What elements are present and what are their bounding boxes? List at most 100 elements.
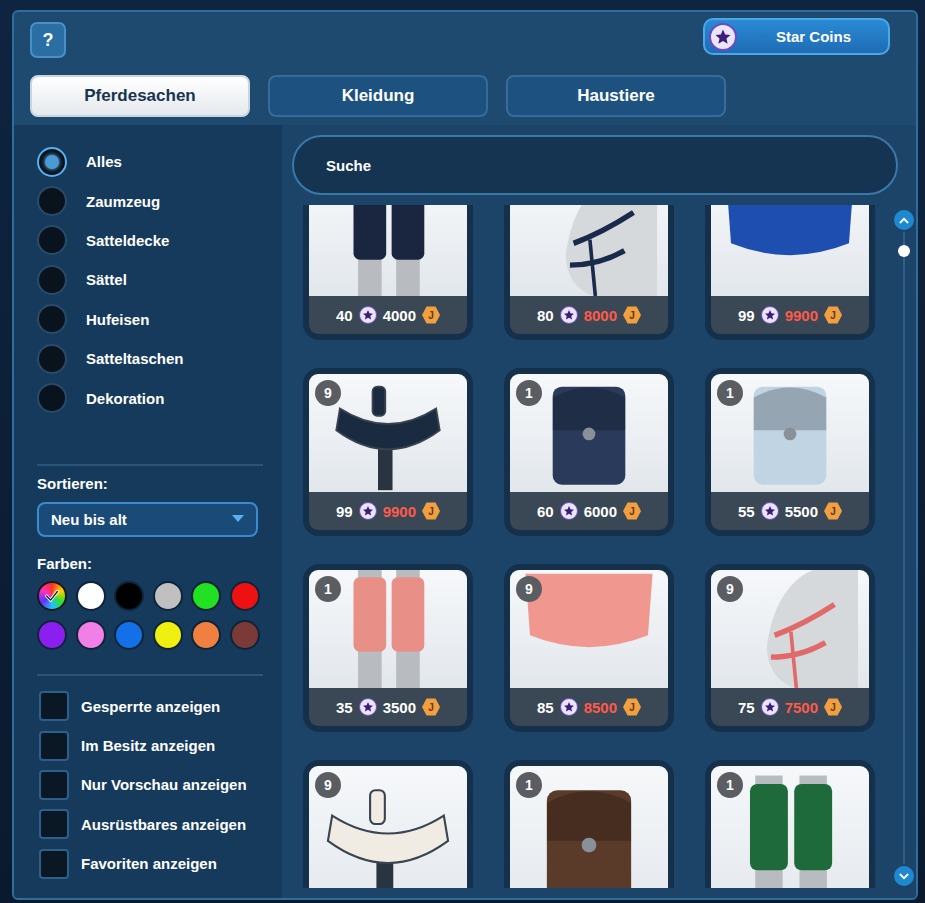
- item-grid: 404000J808000J999900J9999900J1606000J155…: [303, 205, 894, 888]
- scroll-up-button[interactable]: [894, 210, 914, 230]
- category-item[interactable]: Satteldecke: [37, 221, 282, 260]
- jorvik-shilling-icon: J: [824, 502, 842, 520]
- item-picture: 1: [309, 570, 467, 688]
- star-coins-button[interactable]: Star Coins: [703, 18, 890, 55]
- color-swatch[interactable]: [230, 620, 260, 650]
- item-card[interactable]: 1555500J: [705, 368, 875, 536]
- header: ? Star Coins: [14, 12, 916, 75]
- count-badge: 1: [516, 380, 542, 406]
- scrollbar[interactable]: [894, 205, 914, 888]
- sort-label: Sortieren:: [37, 474, 282, 494]
- boots-icon: [309, 205, 467, 296]
- color-swatch[interactable]: [76, 581, 106, 611]
- help-button[interactable]: ?: [30, 22, 66, 58]
- jorvik-shilling-icon: J: [422, 502, 440, 520]
- category-item[interactable]: Dekoration: [37, 378, 282, 417]
- colors-label: Farben:: [37, 554, 282, 574]
- item-card[interactable]: 9: [303, 760, 473, 888]
- color-swatch[interactable]: [153, 581, 183, 611]
- checkbox[interactable]: [39, 691, 69, 721]
- scroll-thumb[interactable]: [898, 245, 910, 257]
- checkbox[interactable]: [39, 809, 69, 839]
- color-swatch[interactable]: [191, 581, 221, 611]
- radio-button[interactable]: [37, 225, 67, 255]
- item-picture: 1: [711, 374, 869, 492]
- checkbox[interactable]: [39, 731, 69, 761]
- halter-icon: [510, 205, 668, 296]
- item-card[interactable]: 9999900J: [303, 368, 473, 536]
- item-card[interactable]: 808000J: [504, 205, 674, 340]
- item-card[interactable]: 1353500J: [303, 564, 473, 732]
- color-swatch[interactable]: [37, 581, 67, 611]
- price-strip: 555500J: [711, 492, 869, 530]
- item-card[interactable]: 1 606000J: [504, 368, 674, 536]
- radio-button[interactable]: [37, 147, 67, 177]
- color-swatch[interactable]: [230, 581, 260, 611]
- item-picture: 9: [510, 570, 668, 688]
- filter-list: Gesperrte anzeigenIm Besitz anzeigenNur …: [37, 687, 282, 883]
- star-coin-icon: [560, 502, 578, 520]
- price-strip: 999900J: [711, 296, 869, 334]
- color-swatch[interactable]: [191, 620, 221, 650]
- jorvik-shilling-icon: J: [623, 698, 641, 716]
- category-item[interactable]: Hufeisen: [37, 300, 282, 339]
- tab[interactable]: Kleidung: [268, 75, 488, 117]
- filter-item[interactable]: Favoriten anzeigen: [37, 844, 282, 883]
- tab[interactable]: Haustiere: [506, 75, 726, 117]
- color-swatch[interactable]: [114, 581, 144, 611]
- shop-body: AllesZaumzeugSatteldeckeSättelHufeisenSa…: [14, 125, 916, 898]
- color-swatch[interactable]: [37, 620, 67, 650]
- filter-item[interactable]: Ausrüstbares anzeigen: [37, 805, 282, 844]
- price-strip: 606000J: [510, 492, 668, 530]
- checkbox[interactable]: [39, 770, 69, 800]
- item-card[interactable]: 9858500J: [504, 564, 674, 732]
- price-strip: 353500J: [309, 688, 467, 726]
- tab-bar: Pferdesachen Kleidung Haustiere: [14, 75, 916, 117]
- color-swatch[interactable]: [76, 620, 106, 650]
- filter-item[interactable]: Im Besitz anzeigen: [37, 726, 282, 765]
- price-strip: 999900J: [309, 492, 467, 530]
- count-badge: 9: [516, 576, 542, 602]
- checkbox[interactable]: [39, 849, 69, 879]
- radio-button[interactable]: [37, 186, 67, 216]
- search-field[interactable]: Suche: [292, 135, 898, 195]
- radio-button[interactable]: [37, 383, 67, 413]
- item-card[interactable]: 404000J: [303, 205, 473, 340]
- color-swatch[interactable]: [114, 620, 144, 650]
- item-card[interactable]: 9 757500J: [705, 564, 875, 732]
- star-coin-icon: [560, 698, 578, 716]
- item-picture: [711, 205, 869, 296]
- category-item[interactable]: Sättel: [37, 260, 282, 299]
- sidebar: AllesZaumzeugSatteldeckeSättelHufeisenSa…: [14, 125, 282, 898]
- star-coin-icon: [709, 23, 737, 51]
- item-card[interactable]: 1: [705, 760, 875, 888]
- price-strip: 757500J: [711, 688, 869, 726]
- filter-item[interactable]: Nur Vorschau anzeigen: [37, 765, 282, 804]
- star-coin-icon: [359, 306, 377, 324]
- category-item[interactable]: Alles: [37, 142, 282, 181]
- item-card[interactable]: 1: [504, 760, 674, 888]
- item-picture: 1: [510, 766, 668, 888]
- count-badge: 1: [717, 772, 743, 798]
- price-strip: 808000J: [510, 296, 668, 334]
- scroll-track: [903, 232, 905, 864]
- item-viewport: 404000J808000J999900J9999900J1606000J155…: [292, 205, 894, 888]
- count-badge: 9: [717, 576, 743, 602]
- scroll-down-button[interactable]: [894, 866, 914, 886]
- chevron-up-icon: [899, 217, 909, 224]
- tab[interactable]: Pferdesachen: [30, 75, 250, 117]
- category-item[interactable]: Zaumzeug: [37, 181, 282, 220]
- separator: [37, 464, 263, 466]
- sort-dropdown[interactable]: Neu bis alt: [37, 502, 258, 537]
- star-coin-icon: [761, 502, 779, 520]
- item-picture: 1: [510, 374, 668, 492]
- blanket-icon: [711, 205, 869, 296]
- filter-item[interactable]: Gesperrte anzeigen: [37, 687, 282, 726]
- color-swatch[interactable]: [153, 620, 183, 650]
- item-card[interactable]: 999900J: [705, 205, 875, 340]
- jorvik-shilling-icon: J: [422, 698, 440, 716]
- radio-button[interactable]: [37, 344, 67, 374]
- radio-button[interactable]: [37, 265, 67, 295]
- radio-button[interactable]: [37, 304, 67, 334]
- category-item[interactable]: Satteltaschen: [37, 339, 282, 378]
